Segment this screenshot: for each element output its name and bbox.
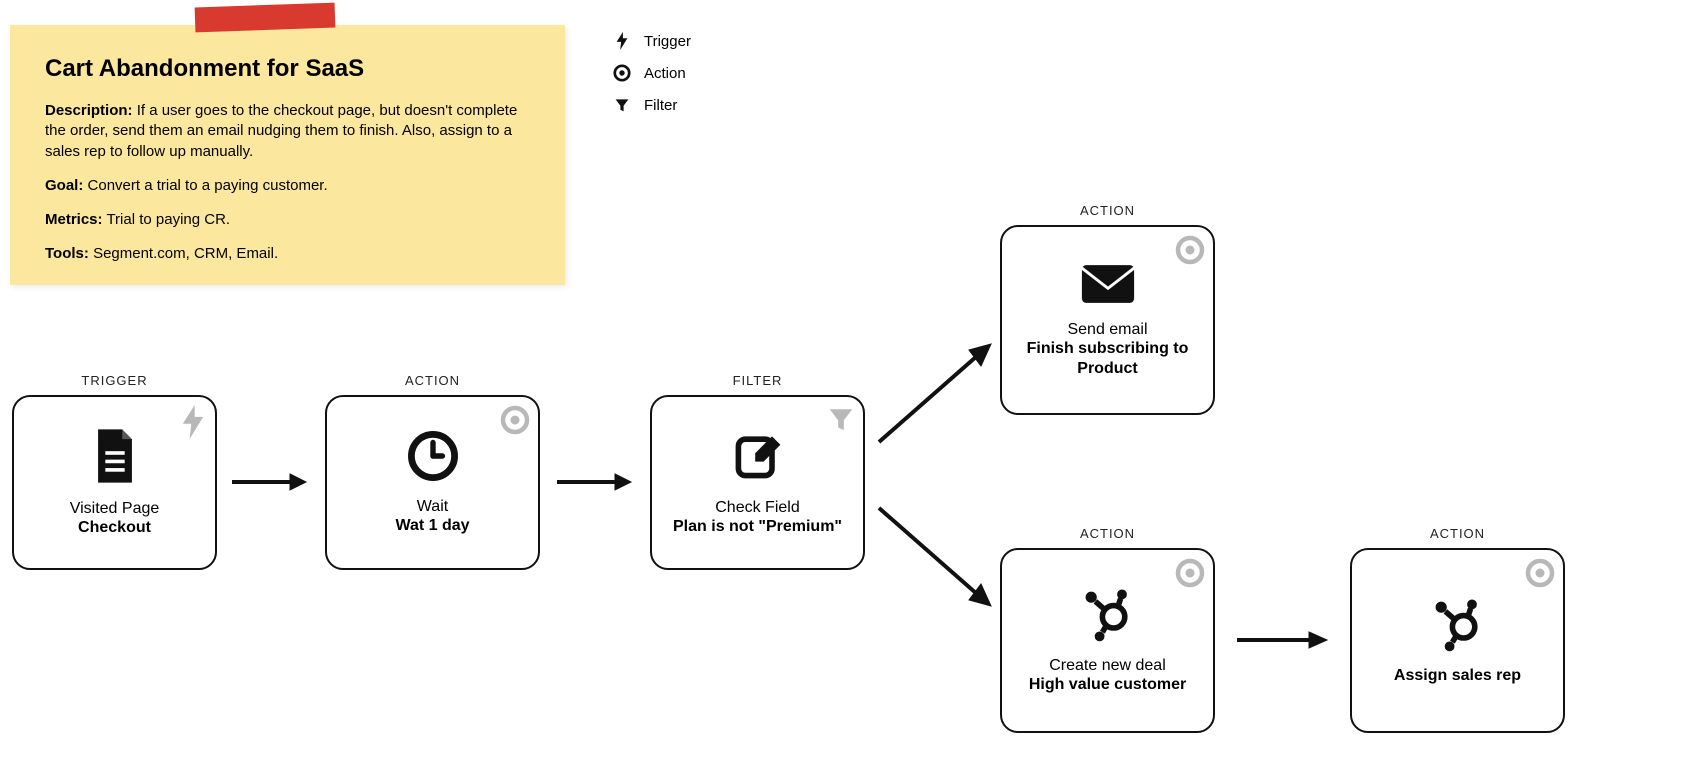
node-line2: Checkout [78,518,151,537]
arrow-icon [875,500,995,610]
envelope-icon [1079,262,1137,311]
tools-text: Segment.com, CRM, Email. [93,245,278,262]
funnel-icon [612,97,632,113]
premium-word: "Premium" [758,518,842,535]
edit-icon [730,428,786,489]
target-icon [500,405,530,440]
sticky-description: Description: If a user goes to the check… [45,101,530,162]
node-assign-rep[interactable]: ACTION Assign sales rep [1350,548,1565,733]
legend-filter: Filter [612,89,691,121]
node-type-label: FILTER [733,373,783,388]
legend-action-label: Action [644,65,686,82]
sticky-note: Cart Abandonment for SaaS Description: I… [10,25,565,285]
funnel-icon [827,405,855,438]
legend: Trigger Action Filter [612,25,691,121]
clock-icon [406,429,460,488]
target-icon [1175,235,1205,270]
desc-label: Description: [45,102,133,119]
arrow-icon [875,340,995,450]
node-type-label: ACTION [405,373,460,388]
legend-trigger-label: Trigger [644,33,691,50]
node-line2: High value customer [1029,675,1186,694]
sticky-goal: Goal: Convert a trial to a paying custom… [45,176,530,196]
sticky-metrics: Metrics: Trial to paying CR. [45,210,530,230]
node-line2: Plan is not "Premium" [673,517,842,536]
node-type-label: TRIGGER [81,373,147,388]
hubspot-icon [1430,596,1486,657]
metrics-text: Trial to paying CR. [106,211,230,228]
node-visited-page[interactable]: TRIGGER Visited Page Checkout [12,395,217,570]
node-send-email[interactable]: ACTION Send email Finish subscribing to … [1000,225,1215,415]
node-line1: Visited Page [70,500,160,518]
bolt-icon [612,32,632,50]
node-wait[interactable]: ACTION Wait Wat 1 day [325,395,540,570]
sticky-tools: Tools: Segment.com, CRM, Email. [45,244,530,264]
node-type-label: ACTION [1080,526,1135,541]
sticky-title: Cart Abandonment for SaaS [45,55,530,83]
tools-label: Tools: [45,245,89,262]
legend-action: Action [612,57,691,89]
arrow-icon [230,470,310,494]
metrics-label: Metrics: [45,211,103,228]
node-type-label: ACTION [1430,526,1485,541]
node-line1: Assign sales rep [1394,667,1521,685]
node-line1: Check Field [715,499,799,517]
node-type-label: ACTION [1080,203,1135,218]
node-line2: Finish subscribing to Product [1010,339,1205,377]
node-line2: Wat 1 day [395,516,469,535]
goal-label: Goal: [45,177,83,194]
sticky-tape [195,3,336,33]
node-line1: Create new deal [1049,657,1166,675]
target-icon [1525,558,1555,593]
target-icon [1175,558,1205,593]
legend-trigger: Trigger [612,25,691,57]
arrow-icon [1235,628,1330,652]
node-check-field[interactable]: FILTER Check Field Plan is not "Premium" [650,395,865,570]
document-icon [90,427,140,490]
hubspot-icon [1080,586,1136,647]
target-icon [612,64,632,82]
bolt-icon [179,405,207,444]
plan-word: Plan [673,518,707,535]
goal-text: Convert a trial to a paying customer. [88,177,328,194]
node-line1: Send email [1067,321,1147,339]
legend-filter-label: Filter [644,97,677,114]
node-create-deal[interactable]: ACTION Create new deal High value custom… [1000,548,1215,733]
node-line1: Wait [417,498,448,516]
arrow-icon [555,470,635,494]
isnot-word: is not [707,518,759,535]
